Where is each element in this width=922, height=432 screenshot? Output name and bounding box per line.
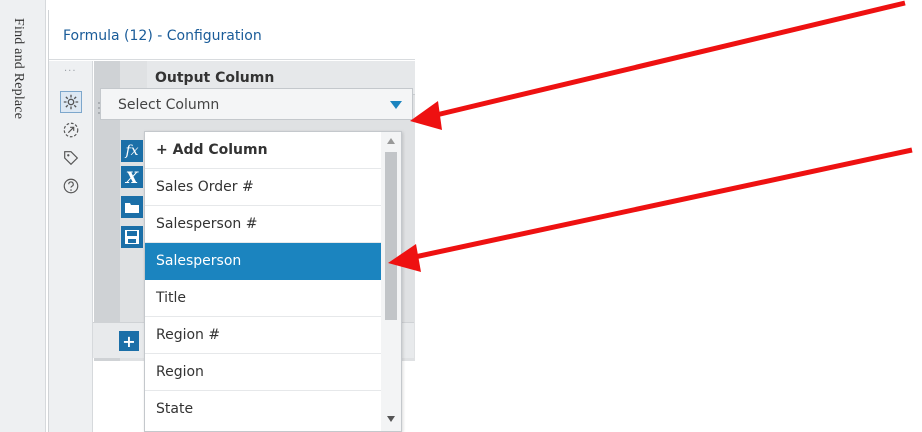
output-column-label: Output Column bbox=[155, 70, 275, 86]
find-and-replace-label: Find and Replace bbox=[11, 18, 26, 120]
save-icon[interactable] bbox=[121, 226, 143, 248]
configuration-title: Formula (12) - Configuration bbox=[63, 28, 262, 44]
add-formula-icon[interactable]: + bbox=[119, 331, 139, 351]
help-icon[interactable] bbox=[60, 175, 82, 197]
dropdown-item[interactable]: Salesperson # bbox=[145, 206, 383, 243]
output-column-select[interactable]: Select Column bbox=[100, 88, 413, 120]
configuration-header: Formula (12) - Configuration bbox=[49, 10, 415, 60]
rail-more-dots[interactable]: ... bbox=[64, 63, 77, 74]
dropdown-item[interactable]: Region # bbox=[145, 317, 383, 354]
dropdown-item[interactable]: Region bbox=[145, 354, 383, 391]
dropdown-scrollbar[interactable] bbox=[381, 132, 401, 431]
dropdown-item[interactable]: State bbox=[145, 391, 383, 428]
navigate-icon[interactable] bbox=[60, 119, 82, 141]
annotation-arrow-to-salesperson bbox=[388, 147, 913, 272]
scroll-down-icon[interactable] bbox=[387, 416, 395, 422]
annotation-arrow-to-select bbox=[410, 0, 906, 130]
scroll-up-icon[interactable] bbox=[387, 138, 395, 144]
column-dropdown-list: + Add Column Sales Order # Salesperson #… bbox=[144, 131, 402, 432]
variable-icon[interactable]: X bbox=[121, 166, 143, 188]
select-column-value: Select Column bbox=[118, 97, 220, 113]
fx-icon[interactable]: fx bbox=[121, 140, 143, 162]
gear-icon[interactable] bbox=[60, 91, 82, 113]
dropdown-item[interactable]: Title bbox=[145, 280, 383, 317]
dropdown-item-add-column[interactable]: + Add Column bbox=[145, 132, 383, 169]
dropdown-caret-icon[interactable] bbox=[390, 101, 402, 109]
config-icon-rail: ... bbox=[49, 61, 93, 432]
dropdown-item-selected[interactable]: Salesperson bbox=[145, 243, 383, 280]
dropdown-item[interactable]: Sales Order # bbox=[145, 169, 383, 206]
find-and-replace-tab[interactable]: Find and Replace bbox=[0, 0, 46, 432]
scrollbar-thumb[interactable] bbox=[385, 152, 397, 320]
tag-icon[interactable] bbox=[60, 147, 82, 169]
folder-icon[interactable] bbox=[121, 196, 143, 218]
